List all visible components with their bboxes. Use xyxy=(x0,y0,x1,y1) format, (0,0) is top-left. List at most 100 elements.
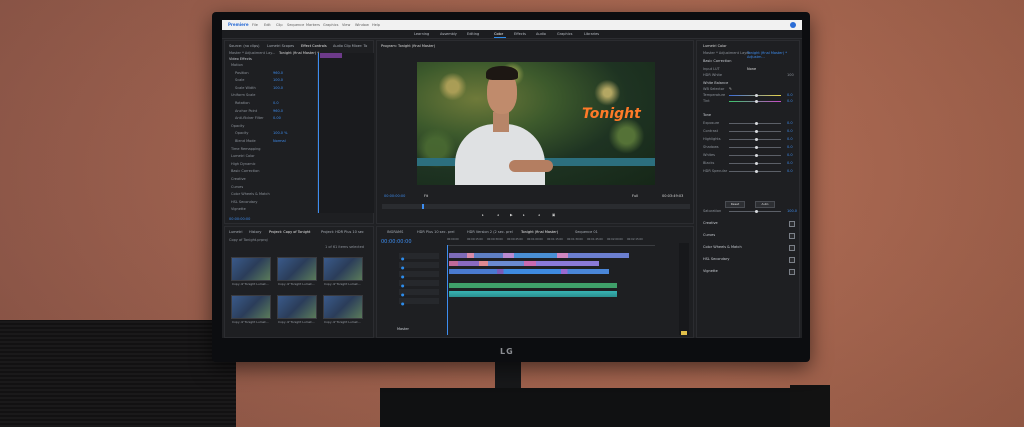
section-hsl-secondary[interactable]: HSL Secondary xyxy=(703,257,729,261)
mark-in-icon[interactable]: ▸ xyxy=(482,213,484,217)
saturation-value[interactable]: 100.0 xyxy=(787,209,797,213)
workspace-libraries[interactable]: Libraries xyxy=(584,32,599,36)
menu-view[interactable]: View xyxy=(342,23,350,27)
slider-value[interactable]: 0.0 xyxy=(787,169,793,173)
project-thumbnail[interactable]: Copy of Tonight Lumet... xyxy=(323,257,363,286)
tone-slider[interactable] xyxy=(729,93,781,97)
effect-row-value[interactable]: 960.0 xyxy=(273,109,283,113)
tab-project-hdr[interactable]: Project: HDR Plus 10 sec xyxy=(321,230,364,234)
tone-slider[interactable] xyxy=(729,161,781,165)
effect-controls-timecode[interactable]: 00:00:00:00 xyxy=(229,217,250,221)
tone-slider[interactable] xyxy=(729,121,781,125)
program-video-frame[interactable]: Tonight xyxy=(417,62,655,185)
hdr-white-value[interactable]: 100 xyxy=(787,73,794,77)
menu-sequence[interactable]: Sequence xyxy=(287,23,304,27)
slider-value[interactable]: 0.0 xyxy=(787,129,793,133)
tab-sequence-01[interactable]: Sequence 01 xyxy=(575,230,598,234)
track-target-icon[interactable]: ● xyxy=(401,265,405,270)
tab-effect-controls[interactable]: Effect Controls xyxy=(301,44,327,48)
program-fit-select[interactable]: Fit xyxy=(424,194,428,198)
tone-slider[interactable] xyxy=(729,99,781,103)
lumetri-title[interactable]: Lumetri Color xyxy=(703,44,727,48)
slider-knob[interactable] xyxy=(755,145,758,149)
curves-toggle[interactable] xyxy=(789,233,795,239)
tab-sequence-ingrams[interactable]: INGRAMS xyxy=(387,230,403,234)
effect-row-label[interactable]: Scale Width xyxy=(235,86,256,90)
hsl-secondary-toggle[interactable] xyxy=(789,257,795,263)
workspace-learning[interactable]: Learning xyxy=(414,32,429,36)
audio-clip-a1[interactable] xyxy=(449,283,617,288)
effect-row-label[interactable]: Opacity xyxy=(235,131,248,135)
tab-sequence-hdr-v2[interactable]: HDR Version 2 (2 sec. prel xyxy=(467,230,513,234)
master-clip-label[interactable]: Master * Adjustment Lay... xyxy=(229,51,275,55)
tab-history[interactable]: History xyxy=(249,230,261,234)
menu-file[interactable]: File xyxy=(252,23,258,27)
tab-lumetri[interactable]: Lumetri xyxy=(229,230,242,234)
audio-clip-a2[interactable] xyxy=(449,291,617,297)
effect-row-value[interactable]: Normal xyxy=(273,139,286,143)
track-header[interactable]: ● xyxy=(399,253,439,261)
workspace-audio[interactable]: Audio xyxy=(536,32,546,36)
menu-help[interactable]: Help xyxy=(372,23,380,27)
menu-markers[interactable]: Markers xyxy=(306,23,320,27)
tone-slider[interactable] xyxy=(729,169,781,173)
effect-timeline-area[interactable] xyxy=(317,53,374,213)
program-playhead[interactable] xyxy=(422,204,424,209)
program-quality-select[interactable]: Full xyxy=(632,194,638,198)
window-control-icon[interactable] xyxy=(790,22,796,28)
effect-row-label[interactable]: Basic Correction xyxy=(231,169,260,173)
slider-value[interactable]: 0.0 xyxy=(787,99,793,103)
effect-row-label[interactable]: Lumetri Color xyxy=(231,154,255,158)
effect-row-label[interactable]: Uniform Scale xyxy=(231,93,255,97)
track-header[interactable]: ● xyxy=(399,289,439,297)
effect-row-value[interactable]: 100.0 xyxy=(273,78,283,82)
slider-value[interactable]: 0.0 xyxy=(787,153,793,157)
track-header[interactable]: ● xyxy=(399,298,439,306)
tone-slider[interactable] xyxy=(729,137,781,141)
tone-slider[interactable] xyxy=(729,145,781,149)
menu-window[interactable]: Window xyxy=(355,23,369,27)
effect-row-label[interactable]: Motion xyxy=(231,63,243,67)
program-timecode-left[interactable]: 00:00:00:00 xyxy=(384,194,405,198)
slider-knob[interactable] xyxy=(755,169,758,173)
tone-slider[interactable] xyxy=(729,129,781,133)
workspace-graphics[interactable]: Graphics xyxy=(557,32,572,36)
track-target-icon[interactable]: ● xyxy=(401,283,405,288)
effect-row-label[interactable]: Rotation xyxy=(235,101,250,105)
slider-knob[interactable] xyxy=(755,161,758,165)
timeline-playhead[interactable] xyxy=(447,245,448,335)
slider-value[interactable]: 0.0 xyxy=(787,121,793,125)
effect-row-label[interactable]: Vignette xyxy=(231,207,246,211)
project-thumbnail[interactable]: Copy of Tonight Lumet... xyxy=(277,295,317,324)
effect-row-label[interactable]: HSL Secondary xyxy=(231,200,257,204)
effect-row-label[interactable]: Anti-flicker Filter xyxy=(235,116,264,120)
track-target-icon[interactable]: ● xyxy=(401,256,405,261)
step-back-icon[interactable]: ◂ xyxy=(497,213,499,217)
menu-clip[interactable]: Clip xyxy=(276,23,283,27)
effect-row-value[interactable]: 0.00 xyxy=(273,116,281,120)
tab-audio-clip-mixer[interactable]: Audio Clip Mixer: To xyxy=(333,44,367,48)
lumetri-clip[interactable]: Tonight (final Master) * Adjustm... xyxy=(747,51,799,59)
effect-row-label[interactable]: Time Remapping xyxy=(231,147,261,151)
reset-button[interactable]: Reset xyxy=(725,201,745,208)
input-lut-select[interactable]: None xyxy=(747,67,756,71)
timeline-timecode[interactable]: 00:00:00:00 xyxy=(381,239,412,245)
effect-row-label[interactable]: Anchor Point xyxy=(235,109,257,113)
track-header[interactable]: ● xyxy=(399,271,439,279)
step-forward-icon[interactable]: ▸ xyxy=(523,213,525,217)
effect-row-label[interactable]: Position xyxy=(235,71,249,75)
track-header[interactable]: ● xyxy=(399,262,439,270)
effect-row-label[interactable]: Curves xyxy=(231,185,243,189)
effect-clip-bar[interactable] xyxy=(320,53,342,58)
slider-knob[interactable] xyxy=(755,153,758,157)
effect-row-value[interactable]: 960.0 xyxy=(273,71,283,75)
section-creative[interactable]: Creative xyxy=(703,221,718,225)
program-scrubber[interactable] xyxy=(382,204,690,209)
project-thumbnail[interactable]: Copy of Tonight Lumet... xyxy=(277,257,317,286)
slider-knob[interactable] xyxy=(755,129,758,133)
slider-value[interactable]: 0.0 xyxy=(787,161,793,165)
tab-sequence-tonight[interactable]: Tonight (final Master) xyxy=(521,230,558,234)
slider-knob[interactable] xyxy=(755,121,758,125)
workspace-assembly[interactable]: Assembly xyxy=(440,32,457,36)
video-clip-v2[interactable] xyxy=(449,261,599,266)
